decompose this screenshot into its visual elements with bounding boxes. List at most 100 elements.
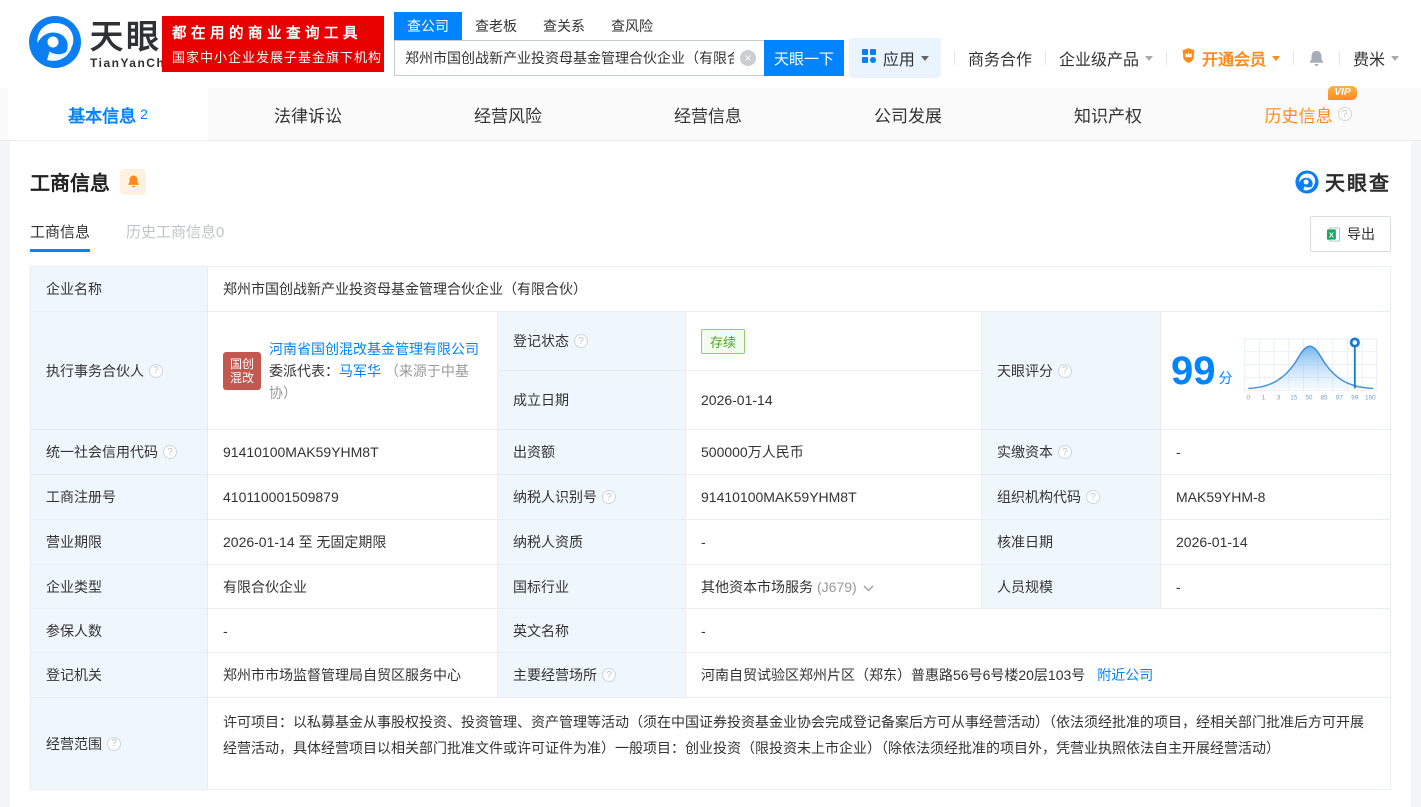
business-cooperation-link[interactable]: 商务合作 (968, 46, 1032, 70)
tab-history-info[interactable]: 历史信息 VIP (1208, 88, 1408, 140)
field-label: 主要经营场所 (498, 653, 686, 698)
field-label: 纳税人资质 (498, 520, 686, 565)
search-area: 查公司 查老板 查关系 查风险 × 天眼一下 (394, 12, 844, 76)
paid-capital-value: - (1161, 430, 1391, 475)
svg-text:0: 0 (1246, 394, 1250, 401)
header: 天眼查 TianYanCha.com 都在用的商业查询工具 国家中小企业发展子基… (0, 0, 1421, 88)
score-value: 99 (1171, 351, 1216, 391)
tianyancha-watermark: 天眼查 (1295, 167, 1391, 196)
help-icon[interactable] (1058, 445, 1072, 459)
approve-date-value: 2026-01-14 (1161, 520, 1391, 565)
search-tab-relation[interactable]: 查关系 (530, 12, 598, 40)
export-button[interactable]: X 导出 (1310, 216, 1391, 252)
tab-legal[interactable]: 法律诉讼 (208, 88, 408, 140)
search-input[interactable] (394, 40, 764, 76)
score-unit: 分 (1219, 368, 1233, 388)
svg-text:3: 3 (1276, 394, 1280, 401)
monitor-bell-button[interactable] (120, 169, 146, 195)
help-icon[interactable] (1086, 490, 1100, 504)
help-icon[interactable] (107, 737, 121, 751)
taxpayer-no-value: 91410100MAK59YHM8T (686, 475, 982, 520)
score-distribution-chart: 0 1 3 15 50 85 97 99 100 (1241, 332, 1381, 410)
field-label: 成立日期 (498, 371, 686, 430)
field-label: 经营范围 (31, 698, 208, 790)
tianyan-score: 99 分 (1161, 312, 1391, 430)
notification-bell[interactable] (1307, 49, 1326, 68)
tab-basic-info-count: 2 (140, 106, 148, 122)
business-term-value: 2026-01-14 至 无固定期限 (208, 520, 498, 565)
open-vip-menu[interactable]: 开通会员 (1180, 46, 1280, 70)
subtab-current-business-info[interactable]: 工商信息 (30, 221, 90, 252)
search-tab-boss[interactable]: 查老板 (462, 12, 530, 40)
enterprise-label: 企业级产品 (1059, 46, 1139, 70)
help-icon[interactable] (1338, 107, 1352, 121)
business-info-table: 企业名称 郑州市国创战新产业投资母基金管理合伙企业（有限合伙） 执行事务合伙人 … (30, 266, 1391, 790)
chevron-down-icon (921, 56, 929, 61)
tab-basic-info[interactable]: 基本信息 2 (8, 88, 208, 140)
taxpayer-quality-value: - (686, 520, 982, 565)
field-label: 执行事务合伙人 (31, 312, 208, 430)
field-label: 登记机关 (31, 653, 208, 698)
tab-intellectual-property[interactable]: 知识产权 (1008, 88, 1208, 140)
field-label: 登记状态 (498, 312, 686, 371)
business-scope-value: 许可项目：以私募基金从事股权投资、投资管理、资产管理等活动（须在中国证券投资基金… (208, 698, 1391, 790)
reg-no-value: 410110001509879 (208, 475, 498, 520)
field-label: 出资额 (498, 430, 686, 475)
insured-count-value: - (208, 609, 498, 653)
field-label: 企业名称 (31, 267, 208, 312)
nearby-companies-link[interactable]: 附近公司 (1097, 665, 1153, 685)
tab-history-label: 历史信息 (1265, 107, 1333, 126)
help-icon[interactable] (602, 490, 616, 504)
field-label: 英文名称 (498, 609, 686, 653)
chevron-down-icon (1145, 56, 1153, 61)
username: 费米 (1353, 46, 1385, 70)
svg-text:100: 100 (1365, 394, 1376, 401)
search-tab-company[interactable]: 查公司 (394, 12, 462, 40)
enterprise-products-menu[interactable]: 企业级产品 (1059, 46, 1153, 70)
help-icon[interactable] (149, 364, 163, 378)
apps-menu[interactable]: 应用 (849, 38, 941, 78)
search-tab-risk[interactable]: 查风险 (598, 12, 666, 40)
score-marker-pin (1351, 338, 1358, 345)
field-label: 参保人数 (31, 609, 208, 653)
section-title: 工商信息 (30, 167, 110, 196)
partner-company-link[interactable]: 河南省国创混改基金管理有限公司 (269, 341, 479, 357)
tab-operating-info[interactable]: 经营信息 (608, 88, 808, 140)
address-value: 河南自贸试验区郑州片区（郑东）普惠路56号6号楼20层103号 附近公司 (686, 653, 1391, 698)
reg-status-value: 存续 (686, 312, 982, 371)
help-icon[interactable] (574, 334, 588, 348)
subtab-history-business-info[interactable]: 历史工商信息0 (126, 221, 224, 252)
help-icon[interactable] (163, 445, 177, 459)
staff-size-value: - (1161, 565, 1391, 609)
field-label: 核准日期 (982, 520, 1161, 565)
promo-line1: 都在用的商业查询工具 (172, 22, 374, 43)
help-icon[interactable] (1058, 364, 1072, 378)
rep-name-link[interactable]: 马军华 (339, 363, 381, 379)
search-tabs: 查公司 查老板 查关系 查风险 (394, 12, 844, 40)
field-label: 纳税人识别号 (498, 475, 686, 520)
clear-search-icon[interactable]: × (740, 50, 756, 66)
tab-operating-risk[interactable]: 经营风险 (408, 88, 608, 140)
business-info-card: 工商信息 天眼查 工商信息 历史工商信息0 (10, 141, 1411, 807)
search-button[interactable]: 天眼一下 (764, 40, 844, 76)
user-menu[interactable]: 费米 (1353, 46, 1399, 70)
reg-authority-value: 郑州市市场监督管理局自贸区服务中心 (208, 653, 498, 698)
svg-text:99: 99 (1351, 394, 1359, 401)
help-icon[interactable] (602, 668, 616, 682)
field-label: 人员规模 (982, 565, 1161, 609)
establish-date-value: 2026-01-14 (686, 371, 982, 430)
contribution-value: 500000万人民币 (686, 430, 982, 475)
apps-label: 应用 (883, 46, 915, 70)
tab-company-development[interactable]: 公司发展 (808, 88, 1008, 140)
svg-text:50: 50 (1305, 394, 1313, 401)
chevron-down-icon[interactable] (863, 579, 874, 595)
svg-text:85: 85 (1320, 394, 1328, 401)
tianyancha-logo-icon (28, 15, 82, 74)
vip-badge: VIP (1328, 86, 1356, 100)
industry-code: (J679) (817, 579, 857, 595)
field-label: 统一社会信用代码 (31, 430, 208, 475)
field-label: 实缴资本 (982, 430, 1161, 475)
executive-partner-value: 国创 混改 河南省国创混改基金管理有限公司 委派代表：马军华 （来源于中基协） (208, 312, 498, 430)
bell-icon (1307, 49, 1326, 68)
watermark-brand: 天眼查 (1325, 167, 1391, 196)
